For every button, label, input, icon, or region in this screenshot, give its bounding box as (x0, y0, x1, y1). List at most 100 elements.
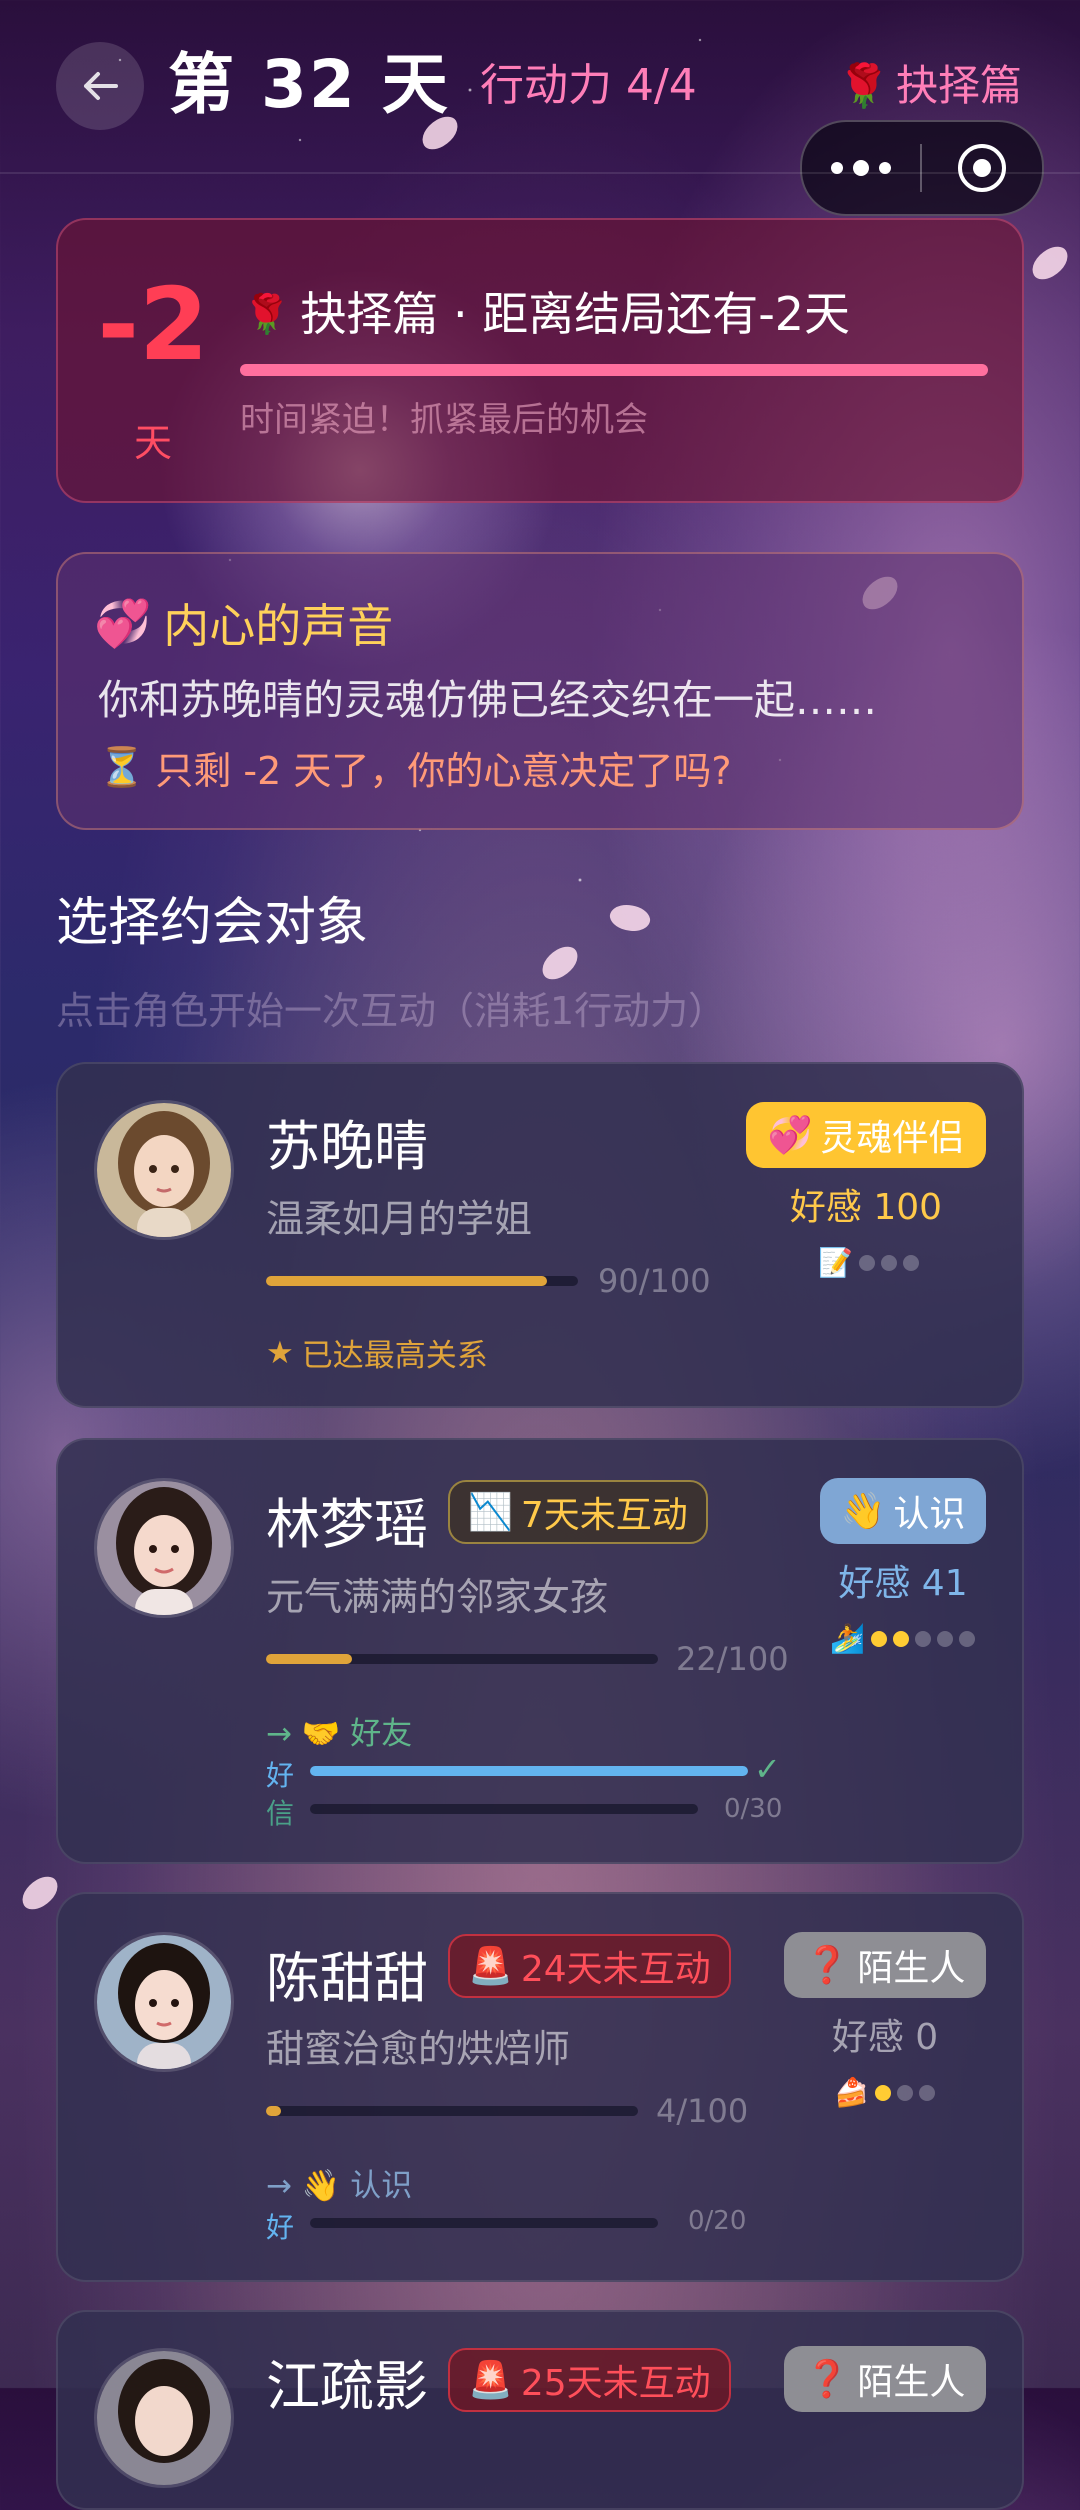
inactive-tag-text: 24天未互动 (520, 1949, 711, 1990)
dot (914, 1630, 931, 1647)
next-relation: → 👋 认识 (266, 2168, 413, 2204)
more-button[interactable] (802, 122, 920, 214)
question-icon: ❓ (804, 2359, 850, 2400)
dot (870, 1630, 887, 1647)
check-icon: ✓ (754, 1750, 781, 1788)
countdown-progress-bar (240, 364, 988, 376)
interaction-dots: 🏄 (830, 1622, 975, 1655)
close-button[interactable] (922, 142, 1042, 194)
favor-value: 好感 0 (831, 2017, 939, 2058)
countdown-card: -2 天 🌹 抉择篇 · 距离结局还有-2天 时间紧迫！抓紧最后的机会 (56, 218, 1024, 503)
arrow-left-icon (84, 72, 118, 100)
xin-progress-bar (310, 1804, 698, 1814)
hao-label: 好 (266, 1759, 295, 1792)
affection-progress-fill (266, 1654, 353, 1664)
character-portrait (97, 1103, 231, 1237)
favor-value: 好感 41 (838, 1563, 968, 1604)
hao-progress-bar (310, 1766, 748, 1776)
dot (896, 2084, 913, 2101)
affection-progress-label: 4/100 (656, 2092, 749, 2130)
relation-badge: ❓ 陌生人 (784, 1932, 986, 1998)
xin-value: 0/30 (724, 1794, 783, 1824)
relation-badge: 👋 认识 (820, 1478, 986, 1544)
header-divider (0, 172, 1080, 174)
countdown-days: -2 (97, 266, 209, 383)
chart-down-icon: 📉 (468, 1492, 513, 1533)
inner-voice-title: 💞 内心的声音 (94, 590, 393, 656)
character-card-suwanqing[interactable]: 苏晚晴 温柔如月的学姐 90/100 ★ 已达最高关系 💞 灵魂伴侣 好感 10… (56, 1062, 1024, 1408)
relation-badge: ❓ 陌生人 (784, 2346, 986, 2412)
character-card-jiangshuying[interactable]: 江疏影 🚨 25天未互动 ❓ 陌生人 (56, 2310, 1024, 2510)
hao-progress-bar (310, 2218, 658, 2228)
dot (936, 1630, 953, 1647)
interaction-dots: 🍰 (834, 2076, 935, 2109)
character-card-linmengyao[interactable]: 林梦瑶 📉 7天未互动 元气满满的邻家女孩 22/100 → 🤝 好友 好 ✓ … (56, 1438, 1024, 1864)
xin-label: 信 (266, 1797, 295, 1830)
character-portrait (97, 1935, 231, 2069)
relation-badge-text: 陌生人 (857, 1948, 966, 1989)
petal-decoration (536, 941, 584, 985)
petal-decoration (606, 898, 654, 938)
countdown-unit: 天 (133, 421, 172, 465)
hao-label: 好 (266, 2211, 295, 2244)
dot (892, 1630, 909, 1647)
action-points: 行动力 4/4 (480, 60, 697, 111)
chapter-label: 🌹 抉择篇 (838, 56, 1022, 116)
back-button[interactable] (56, 42, 144, 130)
inactive-tag-text: 7天未互动 (520, 1495, 688, 1536)
rose-icon: 🌹 (837, 61, 890, 110)
affection-progress-bar (266, 2106, 638, 2116)
inactive-tag: 📉 7天未互动 (448, 1480, 708, 1544)
affection-progress-bar (266, 1276, 578, 1286)
max-relation-note-text: 已达最高关系 (301, 1338, 488, 1374)
character-portrait (97, 2351, 231, 2485)
avatar (94, 2348, 234, 2488)
question-icon: ❓ (804, 1945, 850, 1986)
section-title: 选择约会对象 (56, 893, 369, 953)
dot (958, 1630, 975, 1647)
dot (902, 1254, 919, 1271)
affection-progress-label: 90/100 (598, 1262, 711, 1300)
hearts-icon: 💞 (94, 595, 152, 650)
character-desc: 甜蜜治愈的烘焙师 (266, 2027, 571, 2071)
dot (858, 1254, 875, 1271)
relation-badge-text: 认识 (893, 1494, 966, 1535)
countdown-title-text: 抉择篇 · 距离结局还有-2天 (300, 287, 851, 341)
avatar (94, 1478, 234, 1618)
character-desc: 元气满满的邻家女孩 (266, 1575, 609, 1619)
petal-decoration (16, 1871, 64, 1915)
relation-badge-text: 灵魂伴侣 (820, 1118, 965, 1159)
interaction-dots: 📝 (818, 1246, 919, 1279)
hourglass-icon: ⏳ (98, 745, 146, 789)
avatar (94, 1932, 234, 2072)
character-desc: 温柔如月的学姐 (266, 1197, 533, 1241)
inner-voice-body: 你和苏晚晴的灵魂仿佛已经交织在一起…… (98, 676, 877, 724)
hao-progress-fill (310, 1766, 748, 1776)
siren-icon: 🚨 (468, 1946, 513, 1987)
inactive-tag-text: 25天未互动 (520, 2363, 711, 2404)
affection-progress-fill (266, 1276, 547, 1286)
surfing-icon: 🏄 (830, 1622, 865, 1655)
cake-icon: 🍰 (834, 2076, 869, 2109)
wave-hand-icon: 👋 (840, 1491, 886, 1532)
max-relation-note: ★ 已达最高关系 (266, 1330, 488, 1375)
petal-decoration (1026, 241, 1074, 285)
chapter-text: 抉择篇 (895, 61, 1022, 110)
affection-progress-label: 22/100 (676, 1640, 789, 1678)
favor-value: 好感 100 (789, 1187, 943, 1228)
character-name: 陈甜甜 (266, 1947, 428, 2010)
character-name: 苏晚晴 (266, 1115, 428, 1178)
hao-value: 0/20 (688, 2206, 747, 2236)
target-close-icon (958, 144, 1006, 192)
character-card-chentiantian[interactable]: 陈甜甜 🚨 24天未互动 甜蜜治愈的烘焙师 4/100 → 👋 认识 好 0/2… (56, 1892, 1024, 2282)
countdown-hint: 时间紧迫！抓紧最后的机会 (240, 400, 648, 440)
countdown-title: 🌹 抉择篇 · 距离结局还有-2天 (243, 284, 850, 344)
affection-progress-fill (266, 2106, 281, 2116)
section-subtitle: 点击角色开始一次互动（消耗1行动力） (56, 989, 727, 1033)
day-title: 第 32 天 (168, 46, 450, 123)
dot (918, 2084, 935, 2101)
dot (880, 1254, 897, 1271)
rose-icon: 🌹 (243, 292, 291, 336)
inactive-tag: 🚨 24天未互动 (448, 1934, 731, 1998)
mini-program-capsule (800, 120, 1044, 216)
